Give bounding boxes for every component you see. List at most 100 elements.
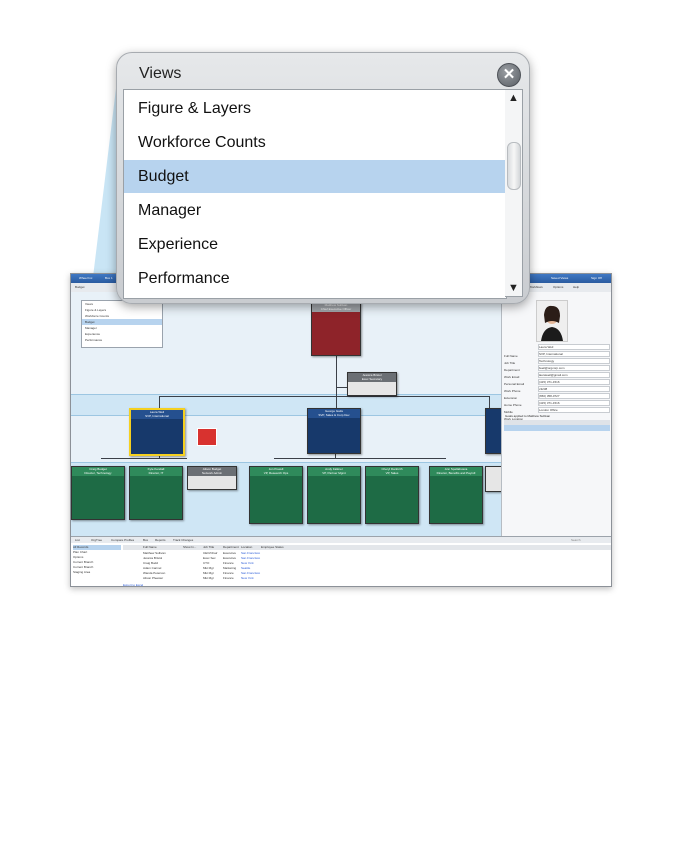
detail-field-value[interactable]: Technology (538, 358, 610, 364)
org-box-kyle-kendall[interactable]: Kyle Kendall Director, IT (129, 466, 183, 520)
export-to-excel-link[interactable]: Export to Excel (123, 583, 143, 586)
grid-column-header[interactable]: Job Title (203, 545, 214, 549)
detail-field: Extension x3238 (504, 386, 610, 400)
org-box-header: Laura Weil SVP, International (131, 410, 183, 419)
org-box-header: Craig Budget Director, Technology (72, 467, 124, 476)
org-box-alison-budget[interactable]: Alison Budget Network Admin (187, 466, 237, 490)
search-input[interactable]: Search (571, 538, 581, 542)
scroll-up-icon[interactable]: ▲ (508, 92, 519, 104)
toolbar-workflows[interactable]: Workflows (529, 285, 543, 289)
table-cell: New York (241, 561, 254, 565)
org-box-secretary[interactable]: Jessica Bristol Exec Secretary (347, 372, 397, 396)
tab-orgtree[interactable]: OrgTree (91, 538, 102, 542)
view-option-figure-layers[interactable]: Figure & Layers (124, 92, 506, 125)
detail-field: Personal Email lauraweil@gmail.com (504, 372, 610, 386)
tab-list[interactable]: List (75, 538, 80, 542)
org-box-header: Jessica Bristol Exec Secretary (348, 373, 396, 382)
detail-field-value[interactable]: lauraweil@gmail.com (538, 372, 610, 378)
org-box-title: Director, Benefits and Payroll (436, 471, 476, 475)
profile-photo-image (541, 305, 563, 341)
toolbar-options[interactable]: Options (553, 285, 563, 289)
table-cell: Exec Sec (203, 556, 216, 560)
table-cell: Marketing (223, 566, 237, 570)
drop-target-icon[interactable] (197, 428, 217, 446)
table-cell: Craig Budd (143, 561, 159, 565)
tab-reports[interactable]: Reports (155, 538, 166, 542)
org-box-craig-budget[interactable]: Craig Budget Director, Technology (71, 466, 125, 520)
org-box-laura-weil[interactable]: Laura Weil SVP, International (129, 408, 185, 456)
grid-column-header[interactable]: Location (241, 545, 252, 549)
org-box-header: George Gatts SVP, Sales & Corp Dev (308, 409, 360, 418)
detail-field-value[interactable]: London Office (538, 407, 610, 413)
tab-track-changes[interactable]: Track Changes (173, 538, 193, 542)
view-option-workforce-counts[interactable]: Workforce Counts (124, 126, 506, 159)
table-cell: CEO/Chair (203, 551, 218, 555)
connector-line (159, 396, 489, 397)
goals-row-selected[interactable] (504, 425, 610, 431)
grid-column-header[interactable]: Department (223, 545, 239, 549)
org-box-title: Director, Technology (84, 471, 112, 475)
connector-line (159, 396, 160, 408)
detail-field-value[interactable]: SVP, International (538, 351, 610, 357)
close-icon[interactable]: ✕ (497, 63, 521, 87)
org-box-title: Chief Executive Officer (320, 307, 352, 311)
view-option-experience[interactable]: Experience (124, 228, 506, 261)
table-cell: New York (241, 576, 254, 580)
org-box-title: VP, Research Ops (263, 471, 289, 475)
view-option-performance[interactable]: Performance (124, 262, 506, 295)
detail-field-value[interactable]: lweil@orgcorp.com (538, 365, 610, 371)
org-box-title: VP, Partner Mgmt (322, 471, 346, 475)
detail-field-value[interactable]: (415) 371-1516 (538, 379, 610, 385)
org-box-title: VP, Sales (385, 471, 399, 475)
mini-views-panel: Views Figure & Layers Workforce Counts B… (81, 300, 163, 348)
table-cell: Finance (223, 571, 234, 575)
org-box-jon-powell[interactable]: Jon Powell VP, Research Ops (249, 466, 303, 524)
detail-field: Work Phone (415) 371-1516 (504, 379, 610, 393)
org-box-title: Exec Secretary (361, 377, 383, 381)
detail-field-value[interactable]: x3238 (538, 386, 610, 392)
table-row[interactable]: Alison Pfeester Mkt Mgr Finance New York (123, 576, 611, 581)
org-box-ceo[interactable]: Matthew Sullivan Chief Executive Officer (311, 302, 361, 356)
detail-field-value[interactable]: Laura Weil (538, 344, 610, 350)
grid-column-header[interactable]: Full Name (143, 545, 157, 549)
detail-field-value[interactable]: (650) 358-0727 (538, 393, 610, 399)
view-option-manager[interactable]: Manager (124, 194, 506, 227)
connector-line (489, 396, 490, 408)
org-box-andy-falkner[interactable]: Andy Falkner VP, Partner Mgmt (307, 466, 361, 524)
table-cell: Mkt Mgr (203, 566, 214, 570)
grid-column-header[interactable]: Show In... (183, 545, 196, 549)
scroll-thumb[interactable] (507, 142, 521, 190)
menubar-saved-views[interactable]: Saved Views (551, 276, 568, 280)
org-box-header: Ann Spellabusca Director, Benefits and P… (430, 467, 482, 476)
views-popup: Views ✕ Figure & Layers Workforce Counts B… (116, 52, 530, 304)
detail-field-value[interactable]: (415) 371-1516 (538, 400, 610, 406)
bottom-sidebar: All Records Plan Chart Options Current Bran… (73, 545, 121, 585)
orgchart-app-window: Wheel Inc Box 1 Gavin Anderson - HR Test… (70, 273, 612, 587)
views-scrollbar[interactable]: ▲ ▼ (505, 89, 523, 297)
org-box-header: Cheryl Danforth VP, Sales (366, 467, 418, 476)
org-box-george-gatts[interactable]: George Gatts SVP, Sales & Corp Dev (307, 408, 361, 454)
menubar-tab-2[interactable]: Box 1 (105, 276, 113, 280)
view-select[interactable]: Budget (75, 285, 85, 289)
table-cell: CTO (203, 561, 210, 565)
connector-line (101, 458, 187, 459)
tab-box[interactable]: Box (143, 538, 148, 542)
table-cell: Matthew Sullivan (143, 551, 166, 555)
org-box-ann-spellabusca[interactable]: Ann Spellabusca Director, Benefits and P… (429, 466, 483, 524)
detail-field: Full Name Laura Weil (504, 344, 610, 358)
detail-field: Work Location London Office (504, 407, 610, 421)
org-box-cheryl-danforth[interactable]: Cheryl Danforth VP, Sales (365, 466, 419, 524)
profile-photo (536, 300, 568, 342)
bottom-sidebar-item[interactable]: Staging Area (73, 570, 121, 575)
menubar-tab-1[interactable]: Wheel Inc (79, 276, 92, 280)
records-grid: Full Name Show In... Job Title Department Lo… (123, 543, 611, 586)
view-option-budget[interactable]: Budget (124, 160, 506, 193)
org-box-header: Jon Powell VP, Research Ops (250, 467, 302, 476)
tab-compare-profiles[interactable]: Compare Profiles (111, 538, 134, 542)
org-box-title: Network Admin (201, 471, 223, 475)
menubar-sign-off[interactable]: Sign Off (591, 276, 602, 280)
grid-column-header[interactable]: Employee Status (261, 545, 284, 549)
mini-views-item[interactable]: Performance (82, 337, 162, 343)
toolbar-help[interactable]: Help (573, 285, 579, 289)
scroll-down-icon[interactable]: ▼ (508, 282, 519, 294)
